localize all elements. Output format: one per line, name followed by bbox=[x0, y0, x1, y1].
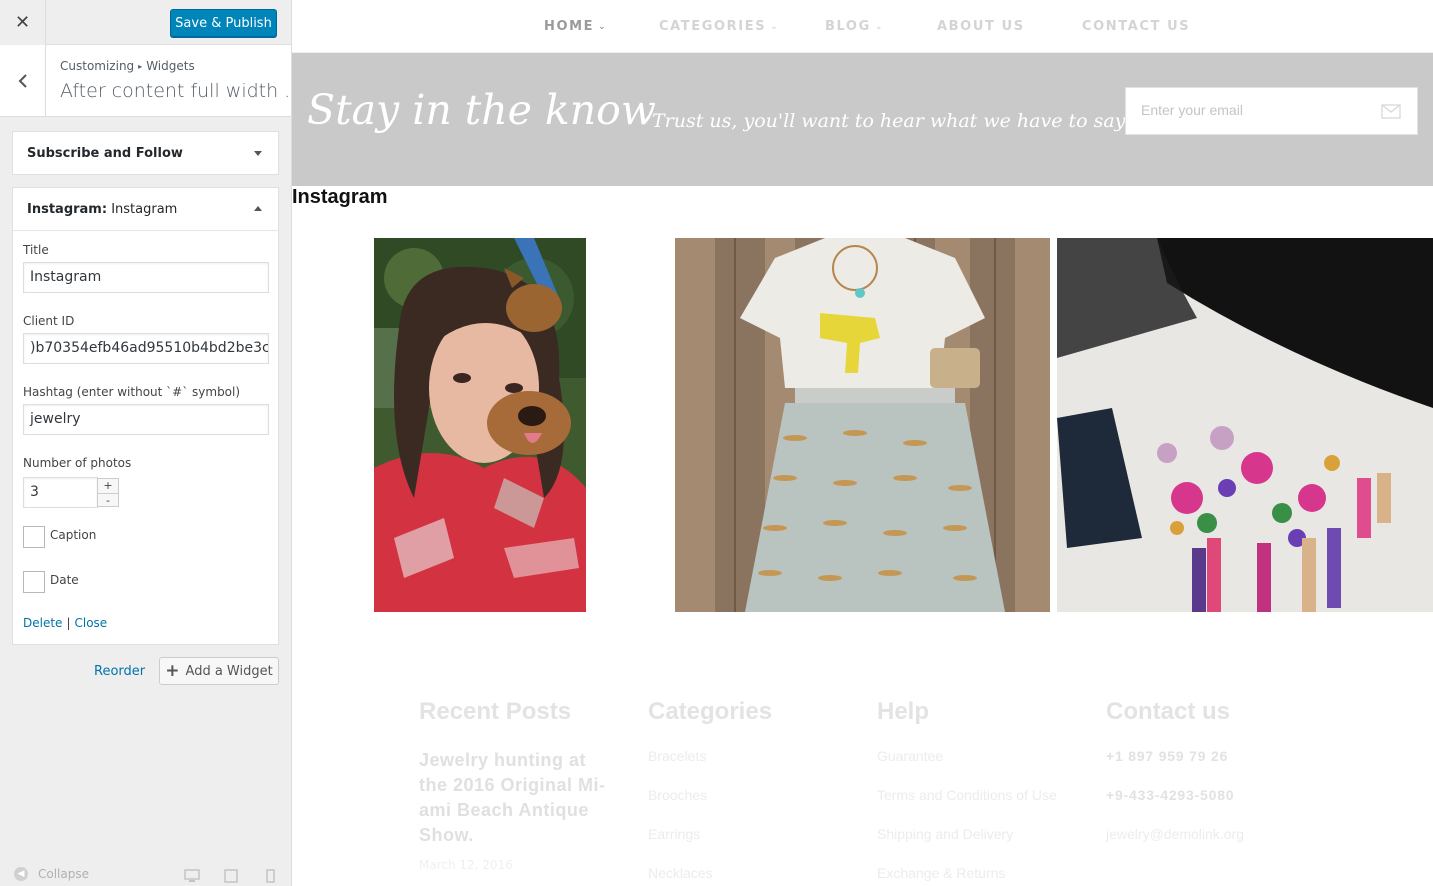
mobile-icon[interactable] bbox=[266, 868, 275, 886]
footer-link[interactable]: Earrings bbox=[648, 826, 848, 865]
chevron-left-icon[interactable] bbox=[0, 45, 46, 116]
site-preview: HOME ⌄ CATEGORIES ⌄ BLOG ⌄ ABOUT US CONTACT… bbox=[292, 0, 1433, 886]
collapse-button[interactable]: ◀ Collapse bbox=[14, 867, 89, 881]
nav-categories-label: CATEGORIES bbox=[659, 19, 767, 34]
footer-heading: Help bbox=[877, 698, 930, 725]
widget-title-prefix: Instagram: bbox=[27, 202, 108, 217]
widget-title-name: Instagram bbox=[111, 202, 178, 217]
panel-header: ✕ Save & Publish bbox=[0, 0, 291, 45]
main-nav: HOME ⌄ CATEGORIES ⌄ BLOG ⌄ ABOUT US CONTACT… bbox=[292, 0, 1433, 53]
nav-blog-label: BLOG bbox=[825, 19, 871, 34]
breadcrumb: Customizing ▸ Widgets bbox=[60, 59, 195, 73]
chevron-down-icon: ⌄ bbox=[598, 22, 608, 32]
caption-label: Caption bbox=[50, 528, 97, 542]
hashtag-field[interactable]: jewelry bbox=[23, 404, 269, 435]
footer-link[interactable]: Exchange & Returns bbox=[877, 865, 1077, 886]
section-nav: Customizing ▸ Widgets After content full w… bbox=[0, 45, 291, 117]
instagram-photo-3[interactable] bbox=[1057, 238, 1433, 612]
chevron-down-icon: ⌄ bbox=[874, 22, 885, 32]
photos-count-field[interactable]: 3 bbox=[23, 477, 98, 508]
plus-icon: + bbox=[165, 661, 180, 681]
nav-home-label: HOME bbox=[544, 19, 595, 34]
nav-home[interactable]: HOME ⌄ bbox=[544, 19, 607, 34]
envelope-icon[interactable] bbox=[1381, 104, 1401, 123]
widget-instagram: Instagram: Instagram Title Instagram Cli… bbox=[12, 187, 279, 645]
site-footer: Recent Posts Jewelry hunting at the 2016… bbox=[292, 640, 1433, 886]
reorder-link[interactable]: Reorder bbox=[94, 664, 145, 679]
quantity-stepper[interactable]: + - bbox=[97, 478, 119, 507]
footer-contact: Contact us +1 897 959 79 26 +9-433-4293-… bbox=[1106, 698, 1306, 865]
title-field[interactable]: Instagram bbox=[23, 262, 269, 293]
footer-link[interactable]: Bracelets bbox=[648, 748, 848, 787]
add-widget-label: Add a Widget bbox=[185, 663, 273, 679]
email-input[interactable] bbox=[1141, 102, 1361, 118]
chevron-down-icon[interactable] bbox=[254, 151, 262, 156]
footer-heading: Contact us bbox=[1106, 698, 1231, 725]
close-link[interactable]: Close bbox=[74, 616, 107, 630]
caption-checkbox[interactable] bbox=[23, 526, 45, 548]
client-id-label: Client ID bbox=[23, 314, 75, 328]
footer-link[interactable]: Guarantee bbox=[877, 748, 1077, 787]
save-publish-button[interactable]: Save & Publish bbox=[170, 9, 277, 37]
collapse-label: Collapse bbox=[38, 867, 89, 881]
chevron-up-icon[interactable] bbox=[254, 206, 262, 211]
collapse-icon: ◀ bbox=[14, 867, 28, 881]
widget-subscribe-follow[interactable]: Subscribe and Follow bbox=[12, 131, 279, 175]
photos-count-label: Number of photos bbox=[23, 456, 132, 470]
section-title: After content full width ... bbox=[60, 80, 288, 102]
panel-footer: ◀ Collapse bbox=[0, 860, 291, 886]
client-id-field[interactable]: )b70354efb46ad95510b4bd2be3cba bbox=[23, 333, 269, 364]
contact-phone[interactable]: +9-433-4293-5080 bbox=[1106, 787, 1306, 826]
email-subscribe-box bbox=[1125, 87, 1418, 135]
footer-link[interactable]: Terms and Conditions of Use bbox=[877, 787, 1077, 826]
instagram-photo-1[interactable] bbox=[374, 238, 586, 612]
delete-link[interactable]: Delete bbox=[23, 616, 62, 630]
recent-post-link[interactable]: Jewelry hunting at the 2016 Original Mi-… bbox=[419, 748, 614, 848]
footer-link[interactable]: Necklaces bbox=[648, 865, 848, 886]
widget-actions: Delete | Close bbox=[23, 616, 107, 630]
instagram-heading: Instagram bbox=[292, 186, 388, 208]
customizer-panel: ✕ Save & Publish Customizing ▸ Widgets Aft… bbox=[0, 0, 292, 886]
desktop-icon[interactable] bbox=[184, 868, 200, 886]
stepper-plus[interactable]: + bbox=[98, 479, 118, 493]
banner-subtitle: Trust us, you'll want to hear what we ha… bbox=[652, 110, 1126, 132]
contact-phone[interactable]: +1 897 959 79 26 bbox=[1106, 748, 1306, 787]
footer-help: Help Guarantee Terms and Conditions of U… bbox=[877, 698, 1077, 886]
breadcrumb-root: Customizing bbox=[60, 59, 135, 73]
footer-heading: Categories bbox=[648, 698, 773, 725]
breadcrumb-current: Widgets bbox=[146, 59, 195, 73]
date-label: Date bbox=[50, 573, 79, 587]
nav-contact-us[interactable]: CONTACT US bbox=[1082, 19, 1190, 34]
footer-link[interactable]: Brooches bbox=[648, 787, 848, 826]
recent-post-date: March 12, 2016 bbox=[419, 858, 513, 872]
tablet-icon[interactable] bbox=[224, 868, 238, 886]
hashtag-label: Hashtag (enter without `#` symbol) bbox=[23, 385, 241, 399]
banner-title: Stay in the know bbox=[307, 86, 656, 134]
separator: | bbox=[66, 616, 71, 630]
widget-title: Subscribe and Follow bbox=[27, 146, 183, 161]
nav-about-us[interactable]: ABOUT US bbox=[937, 19, 1025, 34]
subscribe-banner: Stay in the know Trust us, you'll want t… bbox=[292, 53, 1433, 186]
footer-recent-posts: Recent Posts Jewelry hunting at the 2016… bbox=[419, 698, 619, 872]
title-label: Title bbox=[23, 243, 49, 257]
nav-categories[interactable]: CATEGORIES ⌄ bbox=[659, 19, 779, 34]
footer-link[interactable]: Shipping and Delivery bbox=[877, 826, 1077, 865]
widget-header[interactable]: Instagram: Instagram bbox=[13, 188, 278, 231]
footer-categories: Categories Bracelets Brooches Earrings N… bbox=[648, 698, 848, 886]
contact-email[interactable]: jewelry@demolink.org bbox=[1106, 826, 1306, 865]
stepper-minus[interactable]: - bbox=[98, 493, 118, 507]
add-widget-button[interactable]: + Add a Widget bbox=[159, 657, 279, 685]
footer-heading: Recent Posts bbox=[419, 698, 572, 725]
nav-blog[interactable]: BLOG ⌄ bbox=[825, 19, 884, 34]
widget-title: Instagram: Instagram bbox=[27, 202, 177, 217]
date-checkbox[interactable] bbox=[23, 571, 45, 593]
close-icon[interactable]: ✕ bbox=[0, 0, 46, 45]
chevron-down-icon: ⌄ bbox=[770, 22, 780, 32]
breadcrumb-separator: ▸ bbox=[138, 62, 143, 71]
instagram-photo-2[interactable] bbox=[675, 238, 1050, 612]
